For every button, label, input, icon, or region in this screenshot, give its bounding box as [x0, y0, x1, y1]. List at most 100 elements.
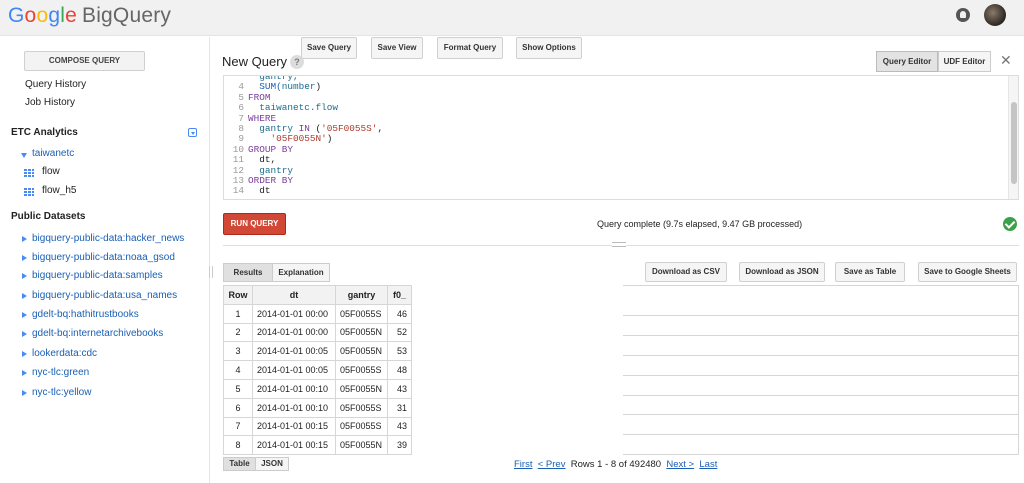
expand-right-icon[interactable] — [22, 370, 27, 376]
public-dataset-item[interactable]: bigquery-public-data:usa_names — [0, 290, 209, 304]
code-line[interactable]: 14 dt — [224, 185, 1004, 197]
expand-right-icon[interactable] — [22, 293, 27, 299]
code-token: gantry — [248, 164, 294, 176]
expand-right-icon[interactable] — [22, 390, 27, 396]
code-token: dt — [248, 185, 271, 197]
editor-scroll-thumb[interactable] — [1011, 102, 1017, 184]
table-item-flow-h5[interactable]: flow_h5 — [0, 185, 209, 199]
first-page-link[interactable]: First — [514, 459, 532, 470]
cell-gantry: 05F0055S — [335, 360, 388, 380]
public-dataset-item[interactable]: nyc-tlc:yellow — [0, 387, 209, 401]
public-dataset-item[interactable]: bigquery-public-data:noaa_gsod — [0, 252, 209, 266]
code-line[interactable]: 5 FROM — [224, 92, 1004, 103]
project-menu-icon[interactable] — [188, 128, 197, 137]
pagination: First < Prev Rows 1 - 8 of 492480 Next >… — [514, 459, 717, 470]
page-title: New Query — [222, 54, 288, 69]
row-number: 4 — [223, 360, 253, 380]
tab-udf-editor[interactable]: UDF Editor — [938, 51, 991, 72]
public-datasets-title: Public Datasets — [11, 211, 86, 222]
job-history-link[interactable]: Job History — [25, 97, 75, 108]
compose-query-button[interactable]: COMPOSE QUERY — [24, 51, 145, 71]
expand-right-icon[interactable] — [22, 236, 27, 242]
cell-gantry: 05F0055S — [335, 397, 388, 418]
code-token: , — [377, 123, 384, 134]
cell-dt: 2014-01-01 00:05 — [252, 360, 336, 380]
logo-product: BigQuery — [81, 4, 172, 27]
tab-results[interactable]: Results — [223, 263, 273, 282]
table-item-flow[interactable]: flow — [0, 166, 209, 180]
table-row: 6 2014-01-01 00:10 05F0055S 31 — [223, 397, 412, 418]
row-separator — [623, 335, 1019, 337]
avatar[interactable] — [984, 4, 1006, 26]
expand-right-icon[interactable] — [22, 312, 27, 318]
last-page-link[interactable]: Last — [699, 459, 717, 470]
prev-page-link[interactable]: < Prev — [538, 459, 566, 470]
tab-explanation[interactable]: Explanation — [272, 263, 330, 282]
table-header-row: Row dt gantry f0_ — [223, 285, 412, 305]
public-dataset-item[interactable]: bigquery-public-data:hacker_news — [0, 233, 209, 247]
code-text: dt — [248, 185, 271, 197]
pane-splitter[interactable] — [612, 242, 626, 247]
cell-f0: 48 — [387, 360, 412, 380]
expand-right-icon[interactable] — [22, 273, 27, 279]
code-token: GROUP BY — [248, 143, 294, 155]
row-separator — [623, 434, 1019, 436]
notifications-icon[interactable] — [956, 8, 970, 22]
cell-gantry: 05F0055N — [335, 341, 388, 362]
code-line[interactable]: 10 GROUP BY — [224, 143, 1004, 155]
table-row: 8 2014-01-01 00:15 05F0055N 39 — [223, 435, 412, 456]
run-query-button[interactable]: RUN QUERY — [223, 213, 286, 235]
cell-f0: 39 — [387, 435, 412, 456]
expand-right-icon[interactable] — [22, 255, 27, 261]
expand-down-icon[interactable] — [21, 153, 27, 158]
code-line[interactable]: 6 taiwanetc.flow — [224, 102, 1004, 113]
etc-analytics-title: ETC Analytics — [11, 127, 78, 138]
public-dataset-item[interactable]: nyc-tlc:green — [0, 367, 209, 381]
format-query-button[interactable]: Format Query — [437, 37, 503, 59]
code-token: IN — [298, 123, 310, 134]
code-line[interactable]: gantry, — [224, 76, 1004, 82]
save-as-table-button[interactable]: Save as Table — [835, 262, 905, 282]
save-query-button[interactable]: Save Query — [301, 37, 357, 59]
download-json-button[interactable]: Download as JSON — [739, 262, 825, 282]
dataset-taiwanetc[interactable]: taiwanetc — [0, 148, 209, 162]
code-line[interactable]: 12 gantry — [224, 164, 1004, 176]
view-table-button[interactable]: Table — [223, 457, 256, 471]
close-icon[interactable]: ✕ — [1000, 52, 1012, 69]
code-line[interactable]: 11 dt, — [224, 154, 1004, 165]
row-number: 3 — [223, 341, 253, 362]
public-dataset-label: bigquery-public-data:samples — [32, 270, 163, 281]
table-row: 4 2014-01-01 00:05 05F0055S 48 — [223, 360, 412, 380]
code-line[interactable]: 8 gantry IN ('05F0055S', — [224, 123, 1004, 134]
code-token: WHERE — [248, 112, 277, 124]
bigquery-logo[interactable]: Google BigQuery — [8, 4, 171, 28]
logo-letter: e — [65, 4, 77, 27]
save-view-button[interactable]: Save View — [371, 37, 423, 59]
public-dataset-item[interactable]: lookerdata:cdc — [0, 348, 209, 362]
logo-letter: g — [48, 4, 61, 27]
view-json-button[interactable]: JSON — [255, 457, 289, 471]
expand-right-icon[interactable] — [22, 351, 27, 357]
editor-scrollbar[interactable] — [1008, 76, 1018, 199]
expand-right-icon[interactable] — [22, 331, 27, 337]
row-number: 2 — [223, 322, 253, 343]
line-number: 14 — [232, 185, 244, 197]
public-dataset-item[interactable]: gdelt-bq:hathitrustbooks — [0, 309, 209, 323]
column-header: Row — [223, 285, 253, 305]
show-options-button[interactable]: Show Options — [516, 37, 582, 59]
code-line[interactable]: 9 '05F0055N') — [224, 133, 1004, 144]
code-line[interactable]: 4 SUM(number) — [224, 81, 1004, 92]
public-dataset-item[interactable]: gdelt-bq:internetarchivebooks — [0, 328, 209, 342]
public-dataset-item[interactable]: bigquery-public-data:samples — [0, 270, 209, 284]
query-history-link[interactable]: Query History — [25, 79, 86, 90]
tab-query-editor[interactable]: Query Editor — [876, 51, 938, 72]
download-csv-button[interactable]: Download as CSV — [645, 262, 727, 282]
logo-letter: o — [24, 4, 37, 27]
sql-editor[interactable]: gantry, 4 SUM(number) 5 FROM 6 taiwanetc.flo… — [223, 75, 1019, 200]
next-page-link[interactable]: Next > — [666, 459, 694, 470]
row-separator — [623, 414, 1019, 416]
code-line[interactable]: 13 ORDER BY — [224, 175, 1004, 186]
cell-gantry: 05F0055S — [335, 303, 388, 324]
save-to-sheets-button[interactable]: Save to Google Sheets — [918, 262, 1017, 282]
